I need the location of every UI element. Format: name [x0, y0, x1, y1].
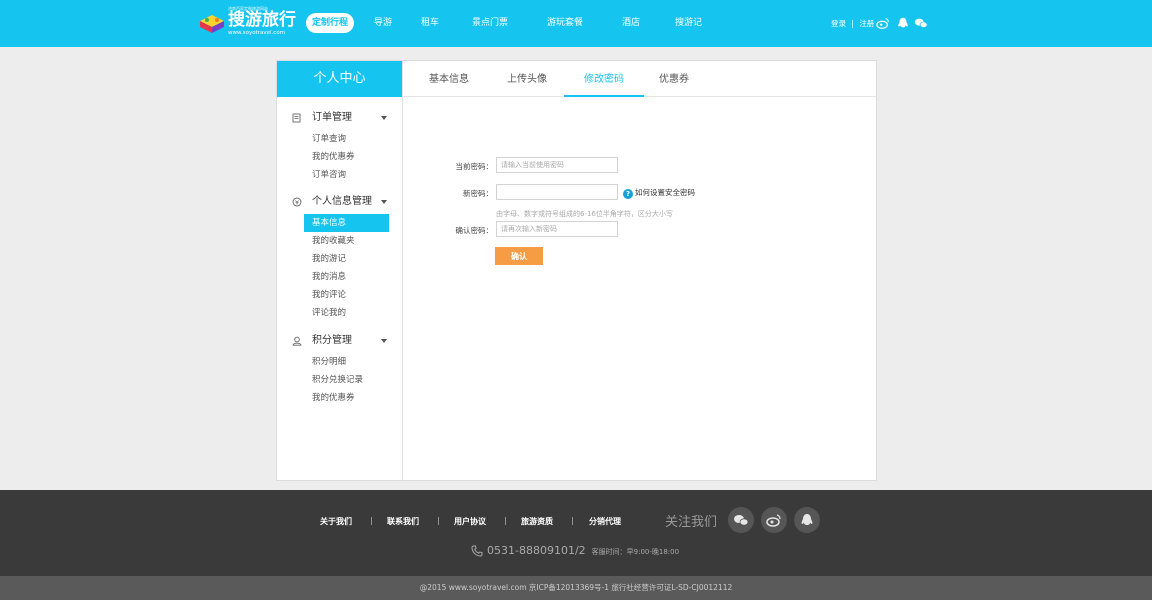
sidebar-group-header[interactable]: 积分管理 — [277, 333, 403, 349]
phone-number: 0531-88809101/2 — [487, 544, 586, 557]
nav-custom-trip[interactable]: 定制行程 — [306, 13, 355, 33]
sidebar-group-title: 积分管理 — [312, 335, 352, 346]
confirm-button[interactable]: 确认 — [495, 247, 543, 265]
nav-tickets[interactable]: 景点门票 — [472, 13, 508, 33]
tab-coupons[interactable]: 优惠券 — [659, 61, 689, 97]
auth-separator: | — [851, 19, 854, 28]
nav-hotel[interactable]: 酒店 — [622, 13, 640, 33]
tab-bar: 基本信息 上传头像 修改密码 优惠券 — [404, 61, 876, 97]
footer-link-contact[interactable]: 联系我们 — [387, 516, 419, 527]
order-icon — [292, 113, 301, 123]
wechat-icon — [734, 515, 749, 526]
contact-phone: 0531-88809101/2 客服时间：早9:00-晚18:00 — [471, 544, 679, 557]
password-help-link[interactable]: ? 如何设置安全密码 — [623, 187, 695, 199]
sidebar-item-favorites[interactable]: 我的收藏夹 — [277, 232, 403, 250]
sidebar-item-my-coupons-2[interactable]: 我的优惠券 — [277, 389, 403, 407]
sidebar-item-my-comments[interactable]: 我的评论 — [277, 286, 403, 304]
sidebar-title: 个人中心 — [277, 61, 402, 97]
sidebar-item-comments-on-me[interactable]: 评论我的 — [277, 304, 403, 322]
sidebar-group-header[interactable]: 订单管理 — [277, 110, 403, 126]
footer-separator: | — [437, 516, 440, 525]
points-icon — [292, 336, 302, 346]
phone-icon — [471, 545, 483, 557]
sidebar-item-order-inquiry[interactable]: 订单咨询 — [277, 166, 403, 184]
footer-link-qualification[interactable]: 旅游资质 — [521, 516, 553, 527]
profile-icon — [292, 197, 302, 207]
nav-packages[interactable]: 游玩套餐 — [547, 13, 583, 33]
sidebar-group-profile: 个人信息管理 基本信息 我的收藏夹 我的游记 我的消息 我的评论 评论我的 — [277, 194, 403, 322]
tab-upload-avatar[interactable]: 上传头像 — [507, 61, 547, 97]
new-password-label: 新密码： — [463, 189, 493, 198]
sidebar-item-my-travel-notes[interactable]: 我的游记 — [277, 250, 403, 268]
sidebar-item-points-redeem[interactable]: 积分兑换记录 — [277, 371, 403, 389]
sidebar-item-order-query[interactable]: 订单查询 — [277, 130, 403, 148]
login-link[interactable]: 登录 — [831, 19, 846, 28]
weibo-icon — [766, 514, 781, 527]
wechat-icon[interactable] — [914, 16, 928, 30]
nav-car-rental[interactable]: 租车 — [421, 13, 439, 33]
sidebar-group-orders: 订单管理 订单查询 我的优惠券 订单咨询 — [277, 110, 403, 184]
question-icon: ? — [623, 189, 633, 199]
chevron-down-icon — [381, 200, 387, 204]
current-password-input[interactable] — [496, 157, 618, 173]
copyright: @2015 www.soyotravel.com 京ICP备12013369号-… — [0, 576, 1152, 600]
sidebar-group-points: 积分管理 积分明细 积分兑换记录 我的优惠券 — [277, 333, 403, 407]
footer-separator: | — [504, 516, 507, 525]
logo-url: www.soyotravel.com — [228, 30, 286, 36]
tab-basic-info[interactable]: 基本信息 — [429, 61, 469, 97]
top-header: 济南百家定制旅游网站 搜游旅行 www.soyotravel.com 定制行程 … — [0, 0, 1152, 47]
footer-link-agreement[interactable]: 用户协议 — [454, 516, 486, 527]
new-password-input[interactable] — [496, 184, 618, 200]
qq-icon — [801, 514, 813, 525]
logo[interactable]: 济南百家定制旅游网站 搜游旅行 www.soyotravel.com — [198, 6, 298, 41]
weibo-icon[interactable] — [876, 16, 890, 30]
auth-links: 登录 | 注册 — [831, 18, 874, 29]
footer-wechat-button[interactable] — [728, 507, 754, 533]
password-hint: 由字母、数字或符号组成的6-16位半角字符，区分大小写 — [496, 210, 673, 218]
confirm-password-input[interactable] — [496, 221, 618, 237]
sidebar-item-my-coupons[interactable]: 我的优惠券 — [277, 148, 403, 166]
password-help-text: 如何设置安全密码 — [635, 188, 695, 197]
footer: 关于我们 | 联系我们 | 用户协议 | 旅游资质 | 分销代理 关注我们 05… — [0, 490, 1152, 576]
confirm-password-label: 确认密码： — [455, 226, 494, 235]
sidebar-item-points-detail[interactable]: 积分明细 — [277, 353, 403, 371]
nav-guide[interactable]: 导游 — [374, 13, 392, 33]
tab-change-password[interactable]: 修改密码 — [564, 61, 644, 97]
logo-text: 搜游旅行 — [228, 10, 296, 30]
footer-separator: | — [571, 516, 574, 525]
logo-icon — [200, 15, 224, 33]
register-link[interactable]: 注册 — [859, 19, 874, 28]
sidebar: 个人中心 订单管理 订单查询 我的优惠券 订单咨询 个人信息管理 基本信息 我的… — [277, 61, 403, 480]
service-hours: 客服时间：早9:00-晚18:00 — [591, 548, 680, 556]
footer-link-distribution[interactable]: 分销代理 — [589, 516, 621, 527]
chevron-down-icon — [381, 116, 387, 120]
sidebar-item-basic-info[interactable]: 基本信息 — [304, 214, 389, 232]
user-center-panel: 个人中心 订单管理 订单查询 我的优惠券 订单咨询 个人信息管理 基本信息 我的… — [276, 60, 877, 481]
footer-weibo-button[interactable] — [761, 507, 787, 533]
nav-travel-notes[interactable]: 搜游记 — [675, 13, 702, 33]
footer-qq-button[interactable] — [794, 507, 820, 533]
follow-us-label: 关注我们 — [665, 515, 718, 530]
footer-link-about[interactable]: 关于我们 — [320, 516, 352, 527]
chevron-down-icon — [381, 339, 387, 343]
qq-icon[interactable] — [896, 16, 910, 30]
footer-separator: | — [370, 516, 373, 525]
sidebar-group-title: 个人信息管理 — [312, 196, 372, 207]
sidebar-item-my-messages[interactable]: 我的消息 — [277, 268, 403, 286]
current-password-label: 当前密码： — [455, 162, 494, 171]
sidebar-group-header[interactable]: 个人信息管理 — [277, 194, 403, 210]
sidebar-group-title: 订单管理 — [312, 112, 352, 123]
